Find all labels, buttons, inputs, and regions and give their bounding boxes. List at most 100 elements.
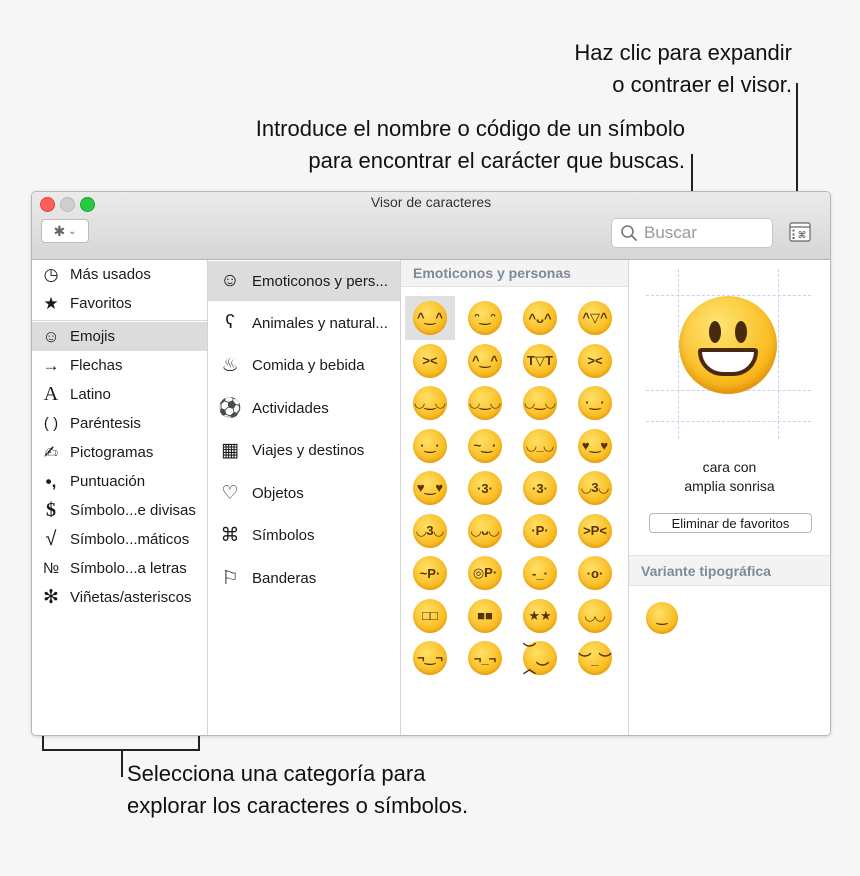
sidebar-item-frequent[interactable]: ◷ Más usados: [32, 260, 207, 289]
food-icon: ♨: [221, 354, 239, 376]
rolling-laughing-icon: ><: [578, 343, 612, 378]
character-name: cara con amplia sonrisa: [629, 458, 830, 496]
emoji-cell[interactable]: ◡‿◡: [405, 381, 455, 425]
emoji-cell[interactable]: ¬‿¬: [405, 636, 455, 680]
emoji-cell[interactable]: ¬_¬: [460, 636, 510, 680]
sidebar-item-pictographs[interactable]: ✍ Pictogramas: [32, 438, 207, 467]
emoji-cell[interactable]: ◡‿◡: [515, 381, 565, 425]
category-activities[interactable]: ⚽ Actividades: [208, 388, 400, 428]
category-animals-nature[interactable]: ʕ Animales y natural...: [208, 303, 400, 343]
emoji-cell[interactable]: ^‿^: [405, 296, 455, 340]
search-icon: [621, 225, 637, 241]
category-symbols[interactable]: ⌘ Símbolos: [208, 515, 400, 555]
guide-line: [778, 269, 779, 439]
sidebar-item-currency[interactable]: $ Símbolo...e divisas: [32, 496, 207, 525]
sidebar-item-label: Símbolo...a letras: [70, 560, 187, 577]
arrow-icon: →: [42, 355, 60, 375]
search-field[interactable]: [611, 218, 773, 248]
sidebar-item-label: Latino: [70, 386, 111, 403]
category-objects[interactable]: ♡ Objetos: [208, 473, 400, 513]
raised-eyebrow-icon: -_·: [523, 556, 557, 590]
emoji-cell[interactable]: □□: [405, 594, 455, 638]
emoji-cell[interactable]: ◡3◡: [405, 509, 455, 553]
punctuation-icon: •,: [45, 471, 57, 491]
callout-category-line1: Selecciona una categoría para: [127, 761, 426, 786]
winking-tongue-icon: ~P·: [413, 556, 447, 590]
category-smileys-people[interactable]: ☺ Emoticonos y pers...: [208, 261, 400, 301]
emoji-cell[interactable]: ·o·: [570, 551, 620, 595]
relieved-icon: ◡_◡: [523, 428, 557, 463]
emoji-cell[interactable]: -_·: [515, 551, 565, 595]
emoji-cell[interactable]: ·‿·: [405, 424, 455, 468]
pictogram-icon: ✍: [43, 442, 59, 462]
sidebar-item-label: Flechas: [70, 357, 123, 374]
category-food-drink[interactable]: ♨ Comida y bebida: [208, 345, 400, 385]
emoji-cell[interactable]: ♥‿♥: [570, 424, 620, 468]
building-icon: ▦: [221, 439, 239, 461]
expand-viewer-icon[interactable]: ⌘: [789, 222, 811, 242]
latin-a-icon: A: [43, 383, 59, 405]
sidebar-item-emojis[interactable]: ☺ Emojis: [32, 322, 207, 351]
sidebar-item-label: Más usados: [70, 266, 151, 283]
sidebar-item-letterlike[interactable]: № Símbolo...a letras: [32, 554, 207, 583]
sidebar-item-arrows[interactable]: → Flechas: [32, 351, 207, 380]
emoji-cell[interactable]: ♥‿♥: [405, 466, 455, 510]
emoji-cell[interactable]: T▽T: [515, 339, 565, 383]
remove-favorites-button[interactable]: Eliminar de favoritos: [649, 513, 812, 533]
emoji-cell[interactable]: ◡ᴗ◡: [460, 509, 510, 553]
emoji-cell[interactable]: ★★: [515, 594, 565, 638]
emoji-cell[interactable]: ◡3◡: [570, 466, 620, 510]
winking-icon: ~‿·: [468, 428, 502, 463]
category-label: Animales y natural...: [252, 314, 388, 332]
heart-eyes-icon: ♥‿♥: [578, 428, 612, 463]
emoji-cell[interactable]: ■■: [460, 594, 510, 638]
font-variation-item[interactable]: ‿: [646, 602, 678, 634]
sidebar-item-favorites[interactable]: ★ Favoritos: [32, 289, 207, 318]
callout-expand: Haz clic para expandir o contraer el vis…: [574, 37, 792, 101]
emoji-cell[interactable]: ^ᴗ^: [515, 296, 565, 340]
savoring-icon: ◡ᴗ◡: [468, 513, 502, 548]
emoji-cell[interactable]: ◡_◡: [515, 424, 565, 468]
search-input[interactable]: [642, 222, 766, 244]
emoji-cell[interactable]: ︶_︶: [570, 636, 620, 680]
emoji-cell[interactable]: ~‿·: [460, 424, 510, 468]
callout-search-line2: para encontrar el carácter que buscas.: [308, 148, 685, 173]
sidebar-item-bullets[interactable]: ✻ Viñetas/asteriscos: [32, 583, 207, 612]
sidebar-item-latin[interactable]: A Latino: [32, 380, 207, 409]
guide-line: [646, 421, 811, 422]
blowing-kiss-icon: ·3·: [468, 471, 502, 505]
emoji-cell[interactable]: ·P·: [515, 509, 565, 553]
emoji-cell[interactable]: ·3·: [460, 466, 510, 510]
callout-expand-line1: Haz clic para expandir: [574, 40, 792, 65]
squinting-tongue-icon: >P<: [578, 513, 612, 548]
svg-text:⌘: ⌘: [798, 231, 807, 241]
emoji-cell[interactable]: ◎P·: [460, 551, 510, 595]
grinning-smiling-eyes-icon: ^ᴗ^: [523, 301, 557, 335]
action-menu-button[interactable]: ✱ ⌄: [41, 219, 89, 243]
emoji-cell[interactable]: >P<: [570, 509, 620, 553]
slight-smile-icon: ·‿·: [578, 386, 612, 420]
emoji-cell[interactable]: ^‿^: [460, 339, 510, 383]
emoji-cell[interactable]: ︶︿︶: [515, 636, 565, 680]
character-name-line1: cara con: [702, 459, 757, 475]
sidebar-item-label: Símbolo...máticos: [70, 531, 190, 548]
emoji-cell[interactable]: ^▽^: [570, 296, 620, 340]
star-struck-icon: ★★: [523, 598, 557, 633]
emoji-cell[interactable]: ◡◡: [570, 594, 620, 638]
sidebar-item-parentheses[interactable]: ( ) Paréntesis: [32, 409, 207, 438]
callout-category-line: [121, 749, 123, 777]
emoji-cell[interactable]: ><: [405, 339, 455, 383]
emoji-cell[interactable]: ~P·: [405, 551, 455, 595]
emoji-cell[interactable]: ᵔ‿ᵔ: [460, 296, 510, 340]
sidebar-item-math[interactable]: √ Símbolo...máticos: [32, 525, 207, 554]
sidebar-item-punctuation[interactable]: •, Puntuación: [32, 467, 207, 496]
emoji-cell[interactable]: ·‿·: [570, 381, 620, 425]
emoji-cell[interactable]: ◡‿◡: [460, 381, 510, 425]
numero-icon: №: [42, 560, 60, 577]
emoji-cell[interactable]: ><: [570, 339, 620, 383]
emoji-cell[interactable]: ·3·: [515, 466, 565, 510]
category-travel-places[interactable]: ▦ Viajes y destinos: [208, 430, 400, 470]
category-flags[interactable]: ⚐ Banderas: [208, 558, 400, 598]
sidebar-item-label: Puntuación: [70, 473, 146, 490]
bear-icon: ʕ: [225, 312, 235, 333]
